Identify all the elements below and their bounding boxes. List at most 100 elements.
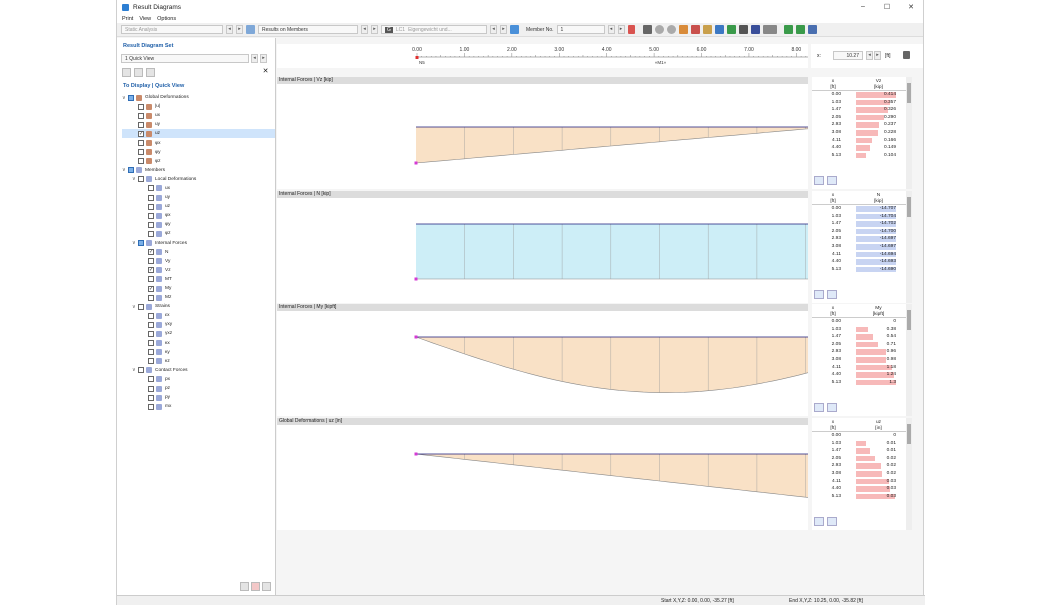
tree-checkbox[interactable]: [138, 149, 144, 155]
tree-checkbox[interactable]: [148, 213, 154, 219]
tree-checkbox[interactable]: ✓: [148, 249, 154, 255]
table-sort-icon[interactable]: [827, 290, 837, 299]
tree-checkbox[interactable]: ✓: [148, 267, 154, 273]
tree-checkbox[interactable]: [148, 195, 154, 201]
load-case-select[interactable]: G LC1 Eigengewicht und...: [381, 25, 487, 34]
scrollbar-thumb[interactable]: [907, 197, 911, 217]
table-row[interactable]: 1.470.326: [812, 106, 909, 114]
tree-checkbox[interactable]: [148, 322, 154, 328]
tree-item[interactable]: pz: [122, 384, 275, 393]
menu-options[interactable]: Options: [157, 16, 176, 22]
tree-checkbox[interactable]: [148, 231, 154, 237]
table-scrollbar[interactable]: [906, 304, 912, 416]
table-row[interactable]: 2.050.290: [812, 114, 909, 122]
copy-set-icon[interactable]: [134, 68, 143, 77]
xyz-icon[interactable]: [703, 25, 712, 34]
tree-checkbox[interactable]: [148, 331, 154, 337]
x-position-input[interactable]: 10.27: [833, 51, 863, 60]
zoom-in-icon[interactable]: [655, 25, 664, 34]
tree-checkbox[interactable]: [148, 349, 154, 355]
table-row[interactable]: 2.050.71: [812, 341, 909, 349]
next-results-button[interactable]: ▸: [371, 25, 378, 34]
start-point-marker[interactable]: [415, 278, 418, 281]
table-row[interactable]: 4.401.24: [812, 371, 909, 379]
tree-checkbox[interactable]: [148, 258, 154, 264]
member-number-select[interactable]: 1: [557, 25, 605, 34]
tree-checkbox[interactable]: [148, 376, 154, 382]
prev-analysis-button[interactable]: ◂: [226, 25, 233, 34]
filter-icon[interactable]: [751, 25, 760, 34]
tree-checkbox[interactable]: [138, 140, 144, 146]
table-row[interactable]: 3.08-14.697: [812, 243, 909, 251]
table-row[interactable]: 4.400.149: [812, 144, 909, 152]
display-icon[interactable]: [715, 25, 724, 34]
start-point-marker[interactable]: [415, 336, 418, 339]
x-next-button[interactable]: ▸: [874, 51, 881, 60]
tree-checkbox[interactable]: ✓: [138, 131, 144, 137]
tree-item[interactable]: ux: [122, 184, 275, 193]
tree-item[interactable]: κz: [122, 357, 275, 366]
tree-item[interactable]: Vy: [122, 257, 275, 266]
table-scrollbar[interactable]: [906, 418, 912, 530]
tree-item[interactable]: ∨Members: [122, 166, 275, 175]
rename-set-icon[interactable]: [146, 68, 155, 77]
table-filter-icon[interactable]: [814, 176, 824, 185]
prev-member-button[interactable]: ◂: [608, 25, 615, 34]
scrollbar-thumb[interactable]: [907, 310, 911, 330]
tree-checkbox[interactable]: [148, 276, 154, 282]
member-view-icon[interactable]: [784, 25, 793, 34]
prev-results-button[interactable]: ◂: [361, 25, 368, 34]
tree-checkbox[interactable]: [128, 95, 134, 101]
maximize-button[interactable]: ☐: [875, 3, 899, 11]
options-dropdown-icon[interactable]: [763, 25, 777, 34]
tree-item[interactable]: |u|: [122, 102, 275, 111]
tree-item[interactable]: κy: [122, 348, 275, 357]
table-row[interactable]: 0.000: [812, 432, 909, 440]
tree-item[interactable]: φz: [122, 229, 275, 238]
tree-item[interactable]: uy: [122, 193, 275, 202]
tree-checkbox[interactable]: [138, 122, 144, 128]
table-scrollbar[interactable]: [906, 77, 912, 189]
table-filter-icon[interactable]: [814, 290, 824, 299]
table-row[interactable]: 3.080.98: [812, 356, 909, 364]
smooth-icon[interactable]: [727, 25, 736, 34]
tree-item[interactable]: γxy: [122, 320, 275, 329]
tree-checkbox[interactable]: [138, 113, 144, 119]
zoom-out-icon[interactable]: [667, 25, 676, 34]
table-row[interactable]: 5.130.03: [812, 493, 909, 501]
table-row[interactable]: 1.47-14.702: [812, 220, 909, 228]
tree-item[interactable]: py: [122, 393, 275, 402]
menu-view[interactable]: View: [139, 16, 151, 22]
delete-set-icon[interactable]: ✕: [261, 68, 270, 77]
table-row[interactable]: 1.030.38: [812, 326, 909, 334]
tree-item[interactable]: κx: [122, 339, 275, 348]
tree-checkbox[interactable]: [138, 176, 144, 182]
tree-checkbox[interactable]: [148, 340, 154, 346]
tree-checkbox[interactable]: [148, 222, 154, 228]
lock-icon[interactable]: [903, 51, 910, 59]
table-filter-icon[interactable]: [814, 517, 824, 526]
table-row[interactable]: 1.470.01: [812, 447, 909, 455]
print-icon[interactable]: [643, 25, 652, 34]
scrollbar-thumb[interactable]: [907, 83, 911, 103]
prev-set-button[interactable]: ◂: [251, 54, 258, 63]
table-scrollbar[interactable]: [906, 191, 912, 303]
tree-item[interactable]: px: [122, 375, 275, 384]
tree-item[interactable]: ∨Internal Forces: [122, 239, 275, 248]
tree-item[interactable]: ✓My: [122, 284, 275, 293]
tree-checkbox[interactable]: [148, 404, 154, 410]
table-row[interactable]: 2.050.02: [812, 455, 909, 463]
values-icon[interactable]: [691, 25, 700, 34]
table-row[interactable]: 3.080.02: [812, 470, 909, 478]
start-point-marker[interactable]: [415, 453, 418, 456]
table-row[interactable]: 2.05-14.700: [812, 228, 909, 236]
analysis-type-select[interactable]: Static Analysis: [121, 25, 223, 34]
table-row[interactable]: 2.930.237: [812, 121, 909, 129]
start-point-marker[interactable]: [415, 162, 418, 165]
tree-checkbox[interactable]: [128, 167, 134, 173]
tree-item[interactable]: εx: [122, 311, 275, 320]
table-row[interactable]: 4.11-14.694: [812, 251, 909, 259]
tree-checkbox[interactable]: [148, 358, 154, 364]
table-sort-icon[interactable]: [827, 403, 837, 412]
tree-item[interactable]: Mz: [122, 293, 275, 302]
